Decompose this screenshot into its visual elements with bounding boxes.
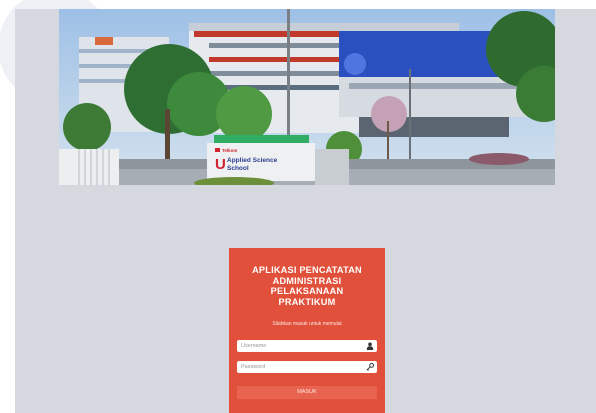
login-submit-button[interactable]: MASUK	[237, 386, 377, 399]
login-card: APLIKASI PENCATATAN ADMINISTRASI PELAKSA…	[229, 248, 385, 413]
username-input[interactable]	[237, 340, 365, 352]
login-title-line: PELAKSANAAN	[270, 286, 344, 296]
login-title-line: PRAKTIKUM	[278, 296, 336, 307]
login-title: APLIKASI PENCATATAN ADMINISTRASI PELAKSA…	[229, 265, 385, 307]
username-field[interactable]	[237, 340, 377, 352]
sign-line1-text: Applied Science	[227, 157, 278, 164]
password-field[interactable]	[237, 361, 377, 373]
password-input[interactable]	[237, 361, 365, 373]
login-title-line: APLIKASI PENCATATAN	[252, 265, 362, 275]
sign-line2-text: School	[227, 165, 249, 172]
login-title-line: ADMINISTRASI	[272, 275, 342, 286]
login-subtitle: Silahkan masuk untuk memulai	[272, 321, 342, 327]
sign-brand-text: Telkom	[222, 148, 237, 153]
user-icon	[366, 342, 374, 350]
key-icon	[366, 363, 374, 371]
campus-photo: Telkom U Applied Science School	[59, 9, 555, 185]
svg-text:U: U	[215, 156, 226, 173]
